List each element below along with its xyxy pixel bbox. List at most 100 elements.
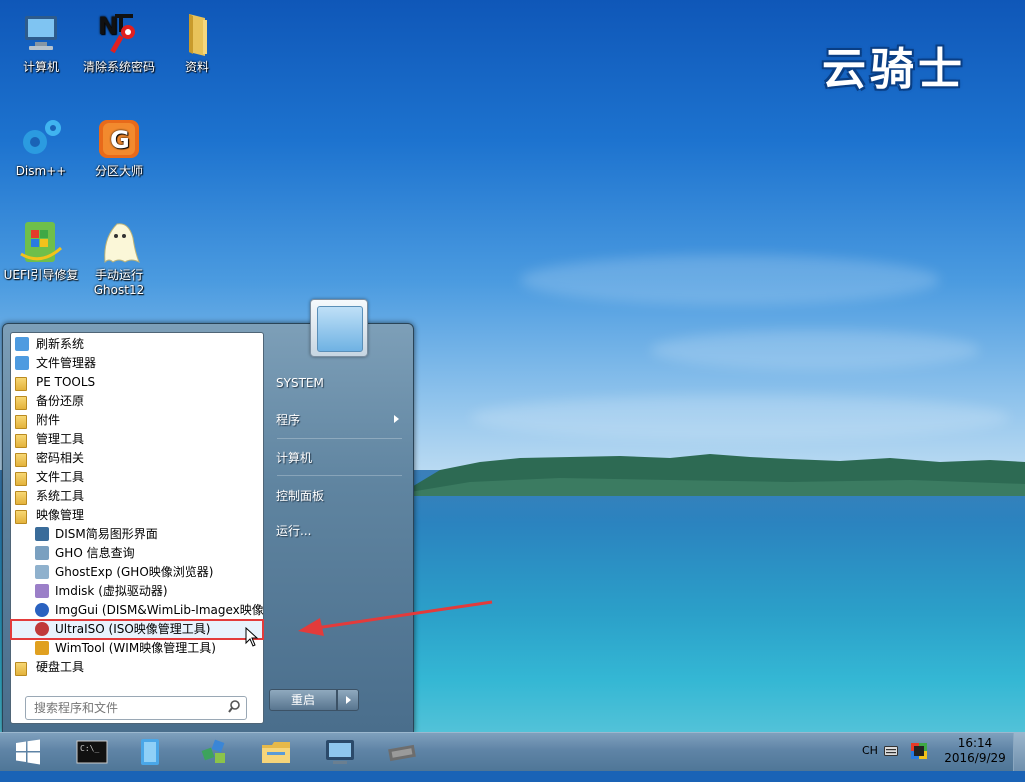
chip-drive-icon — [388, 744, 416, 762]
folder-icon — [15, 662, 27, 676]
program-item[interactable]: ImgGui (DISM&WimLib-Imagex映像 — [11, 601, 263, 620]
program-item[interactable]: 硬盘工具 — [11, 658, 263, 677]
computer-icon — [17, 10, 65, 58]
desktop-icon-label: 手动运行 — [94, 268, 143, 282]
gho-info-icon — [35, 546, 49, 560]
search-box[interactable] — [25, 696, 247, 720]
folder-icon — [173, 10, 221, 58]
show-desktop-button[interactable] — [1013, 733, 1025, 771]
folder-icon — [15, 415, 27, 429]
program-item[interactable]: UltraISO (ISO映像管理工具) — [10, 619, 264, 640]
program-item-label: GhostExp (GHO映像浏览器) — [55, 565, 214, 579]
program-item[interactable]: 刷新系统 — [11, 335, 263, 354]
search-icon[interactable] — [228, 700, 240, 717]
imggui-icon — [35, 603, 49, 617]
desktop-icon-label: 清除系统密码 — [82, 60, 155, 74]
menu-item-user[interactable]: SYSTEM — [276, 376, 324, 390]
program-item[interactable]: DISM简易图形界面 — [11, 525, 263, 544]
refresh-folder-icon — [15, 337, 29, 351]
restart-options-button[interactable] — [337, 689, 359, 711]
start-windows-icon — [16, 739, 40, 765]
desktop-icon-ghost[interactable]: 手动运行 Ghost12 — [79, 218, 159, 298]
desktop-icon-label: UEFI引导修复 — [3, 268, 79, 282]
desktop-icon-label: 分区大师 — [94, 164, 143, 178]
system-clock[interactable]: 16:14 2016/9/29 — [938, 736, 1012, 766]
restart-button[interactable]: 重启 — [269, 689, 337, 711]
submenu-arrow-icon — [394, 415, 399, 423]
program-item-label: WimTool (WIM映像管理工具) — [55, 641, 216, 655]
program-item[interactable]: Imdisk (虚拟驱动器) — [11, 582, 263, 601]
network-cubes-icon — [201, 739, 225, 763]
program-item[interactable]: WimTool (WIM映像管理工具) — [11, 639, 263, 658]
program-item-label: GHO 信息查询 — [55, 546, 135, 560]
desktop-icon-dism[interactable]: Dism++ — [1, 114, 81, 179]
program-item[interactable]: GHO 信息查询 — [11, 544, 263, 563]
desktop-icon-computer[interactable]: 计算机 — [1, 10, 81, 75]
program-item[interactable]: PE TOOLS — [11, 373, 263, 392]
program-item[interactable]: GhostExp (GHO映像浏览器) — [11, 563, 263, 582]
svg-text:G: G — [110, 126, 130, 154]
program-item-label: DISM简易图形界面 — [55, 527, 158, 541]
display-settings-icon[interactable] — [911, 743, 927, 759]
desktop-icon-partition[interactable]: G 分区大师 — [79, 114, 159, 179]
folder-icon — [15, 453, 27, 467]
taskbar-monitor-app[interactable] — [314, 735, 366, 769]
program-item[interactable]: 系统工具 — [11, 487, 263, 506]
program-item[interactable]: 附件 — [11, 411, 263, 430]
user-picture[interactable] — [310, 299, 368, 357]
program-item[interactable]: 密码相关 — [11, 449, 263, 468]
partition-icon: G — [95, 114, 143, 162]
taskbar-cmd[interactable]: C:\_ — [66, 735, 118, 769]
file-manager-icon — [15, 356, 29, 370]
menu-item-computer[interactable]: 计算机 — [276, 449, 312, 466]
folder-icon — [15, 510, 27, 524]
program-item-label: PE TOOLS — [36, 375, 96, 389]
start-menu-programs-pane: 刷新系统文件管理器 PE TOOLS 备份还原 附件 管理工具密码相关文件工具系统工具映… — [10, 332, 264, 724]
taskbar-explorer[interactable] — [250, 735, 302, 769]
keyboard-icon[interactable] — [884, 745, 898, 757]
program-item[interactable]: 映像管理 — [11, 506, 263, 525]
ghost-icon — [95, 218, 143, 266]
folder-icon — [15, 434, 27, 448]
blue-app-icon — [141, 739, 159, 765]
desktop-icon-clear-password[interactable]: N 清除系统密码 — [79, 10, 159, 75]
separator — [277, 438, 402, 439]
menu-item-run[interactable]: 运行... — [276, 522, 311, 539]
annotation-arrow — [298, 600, 493, 636]
program-item-label: UltraISO (ISO映像管理工具) — [55, 622, 211, 636]
taskbar: C:\_ CH 16:14 2016/9/29 — [0, 732, 1025, 771]
folder-icon — [15, 472, 27, 486]
program-item-label: 密码相关 — [36, 451, 85, 465]
restart-split-button: 重启 — [269, 689, 359, 711]
taskbar-app-blue[interactable] — [124, 735, 176, 769]
desktop-icon-folder[interactable]: 资料 — [157, 10, 237, 75]
monitor-app-icon — [326, 740, 354, 764]
program-item-label: 系统工具 — [36, 489, 85, 503]
separator — [277, 475, 402, 476]
desktop-icon-label-line2: Ghost12 — [93, 283, 145, 297]
taskbar-drive[interactable] — [376, 735, 428, 769]
ime-indicator[interactable]: CH — [862, 744, 878, 782]
taskbar-network[interactable] — [188, 735, 240, 769]
wimtool-icon — [35, 641, 49, 655]
program-item[interactable]: 文件管理器 — [11, 354, 263, 373]
desktop-icon-label: 资料 — [184, 60, 209, 74]
uefi-repair-icon — [17, 218, 65, 266]
start-button[interactable] — [2, 735, 54, 769]
desktop-icon-uefi-repair[interactable]: UEFI引导修复 — [1, 218, 81, 283]
gears-icon — [17, 114, 65, 162]
clock-date: 2016/9/29 — [944, 751, 1006, 765]
program-item-label: 硬盘工具 — [36, 660, 85, 674]
program-item[interactable]: 备份还原 — [11, 392, 263, 411]
program-item-label: 映像管理 — [36, 508, 85, 522]
program-item[interactable]: 管理工具 — [11, 430, 263, 449]
brand-logo: 云骑士 — [822, 44, 966, 95]
menu-item-programs[interactable]: 程序 — [276, 411, 406, 428]
program-item[interactable]: 文件工具 — [11, 468, 263, 487]
folder-icon — [15, 491, 27, 505]
menu-item-control-panel[interactable]: 控制面板 — [276, 487, 324, 504]
program-item-label: 文件管理器 — [36, 356, 97, 370]
search-input[interactable] — [32, 700, 216, 716]
start-menu: 刷新系统文件管理器 PE TOOLS 备份还原 附件 管理工具密码相关文件工具系统工具映… — [2, 299, 414, 733]
desktop-icon-label: 计算机 — [22, 60, 59, 74]
